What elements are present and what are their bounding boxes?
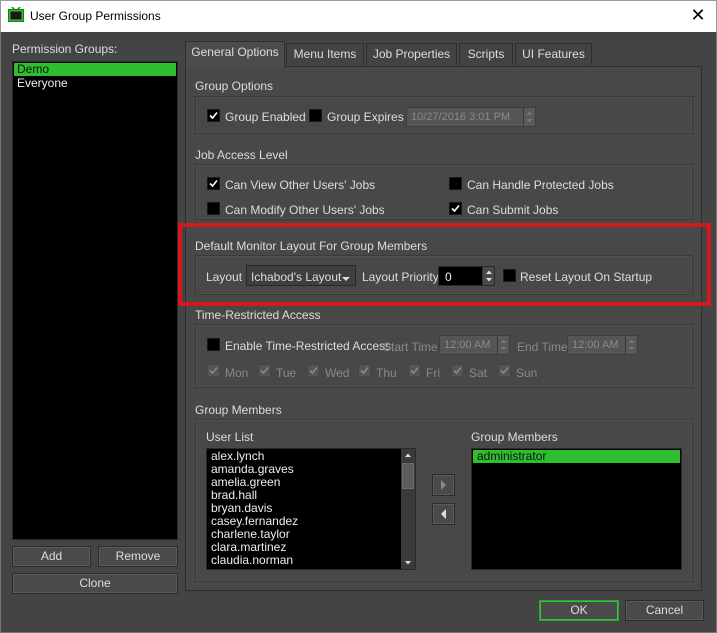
group-enabled-label: Group Enabled	[225, 110, 306, 124]
remove-member-button[interactable]	[432, 503, 455, 525]
protected-jobs-checkbox[interactable]	[449, 177, 462, 190]
group-enabled-checkbox[interactable]	[207, 109, 220, 122]
permission-groups-list[interactable]: Demo Everyone	[12, 61, 178, 540]
group-item-everyone[interactable]: Everyone	[14, 77, 176, 90]
start-time-spinner[interactable]	[497, 336, 509, 354]
highlight-box	[178, 223, 711, 306]
add-group-button[interactable]: Add	[12, 546, 91, 567]
group-item-demo[interactable]: Demo	[14, 63, 176, 76]
day-fri-label: Fri	[426, 366, 440, 380]
tab-ui-features[interactable]: UI Features	[515, 43, 592, 65]
user-list-scrollbar[interactable]	[401, 449, 415, 569]
submit-jobs-label: Can Submit Jobs	[467, 203, 559, 217]
day-tue-checkbox[interactable]	[258, 364, 271, 377]
add-member-button[interactable]	[432, 474, 455, 496]
protected-jobs-label: Can Handle Protected Jobs	[467, 178, 614, 192]
start-time-value: 12:00 AM	[444, 339, 491, 351]
tab-general-options[interactable]: General Options	[185, 41, 285, 67]
user-list[interactable]: alex.lynch amanda.graves amelia.green br…	[206, 448, 416, 570]
user-list-label: User List	[206, 430, 254, 444]
day-tue-label: Tue	[276, 366, 297, 380]
members-label: Group Members	[471, 430, 558, 444]
day-wed-label: Wed	[325, 366, 350, 380]
expires-value: 10/27/2016 3:01 PM	[411, 111, 511, 123]
close-icon[interactable]: ✕	[680, 0, 716, 30]
list-item[interactable]: claudia.norman	[207, 554, 415, 567]
tab-job-properties[interactable]: Job Properties	[366, 43, 457, 65]
day-wed-checkbox[interactable]	[307, 364, 320, 377]
tab-scripts[interactable]: Scripts	[459, 43, 513, 65]
time-access-title: Time-Restricted Access	[195, 308, 321, 322]
expires-spinner[interactable]	[523, 108, 535, 126]
group-expires-label: Group Expires	[327, 110, 404, 124]
arrow-left-icon	[441, 509, 446, 519]
permission-groups-label: Permission Groups:	[12, 42, 118, 56]
expires-datetime-field[interactable]: 10/27/2016 3:01 PM	[406, 107, 536, 127]
enable-time-access-checkbox[interactable]	[207, 338, 220, 351]
day-sat-label: Sat	[469, 366, 488, 380]
day-thu-label: Thu	[376, 366, 397, 380]
submit-jobs-checkbox[interactable]	[449, 202, 462, 215]
scroll-up-icon[interactable]	[401, 449, 415, 462]
scroll-down-icon[interactable]	[401, 556, 415, 569]
start-time-label: Start Time	[383, 340, 438, 354]
app-icon	[8, 6, 24, 23]
scroll-thumb[interactable]	[402, 463, 414, 489]
members-list[interactable]: administrator	[471, 448, 682, 570]
group-options-title: Group Options	[195, 79, 274, 93]
group-members-title: Group Members	[195, 403, 282, 417]
tab-menu-items[interactable]: Menu Items	[286, 43, 364, 65]
day-mon-label: Mon	[225, 366, 249, 380]
window-title: User Group Permissions	[30, 9, 161, 23]
view-jobs-checkbox[interactable]	[207, 177, 220, 190]
group-expires-checkbox[interactable]	[309, 109, 322, 122]
day-sun-label: Sun	[516, 366, 538, 380]
remove-group-button[interactable]: Remove	[98, 546, 178, 567]
clone-group-button[interactable]: Clone	[12, 573, 178, 594]
enable-time-access-label: Enable Time-Restricted Access	[225, 339, 392, 353]
end-time-spinner[interactable]	[625, 336, 637, 354]
ok-button[interactable]: OK	[539, 600, 619, 621]
end-time-label: End Time	[517, 340, 568, 354]
end-time-value: 12:00 AM	[572, 339, 619, 351]
cancel-button[interactable]: Cancel	[625, 600, 704, 621]
day-sun-checkbox[interactable]	[498, 364, 511, 377]
day-mon-checkbox[interactable]	[207, 364, 220, 377]
modify-jobs-label: Can Modify Other Users' Jobs	[225, 203, 385, 217]
job-access-title: Job Access Level	[195, 148, 288, 162]
day-sat-checkbox[interactable]	[451, 364, 464, 377]
day-fri-checkbox[interactable]	[408, 364, 421, 377]
modify-jobs-checkbox[interactable]	[207, 202, 220, 215]
member-item-administrator[interactable]: administrator	[473, 450, 680, 463]
arrow-right-icon	[441, 480, 446, 490]
view-jobs-label: Can View Other Users' Jobs	[225, 178, 376, 192]
day-thu-checkbox[interactable]	[358, 364, 371, 377]
time-access-box	[195, 324, 693, 388]
